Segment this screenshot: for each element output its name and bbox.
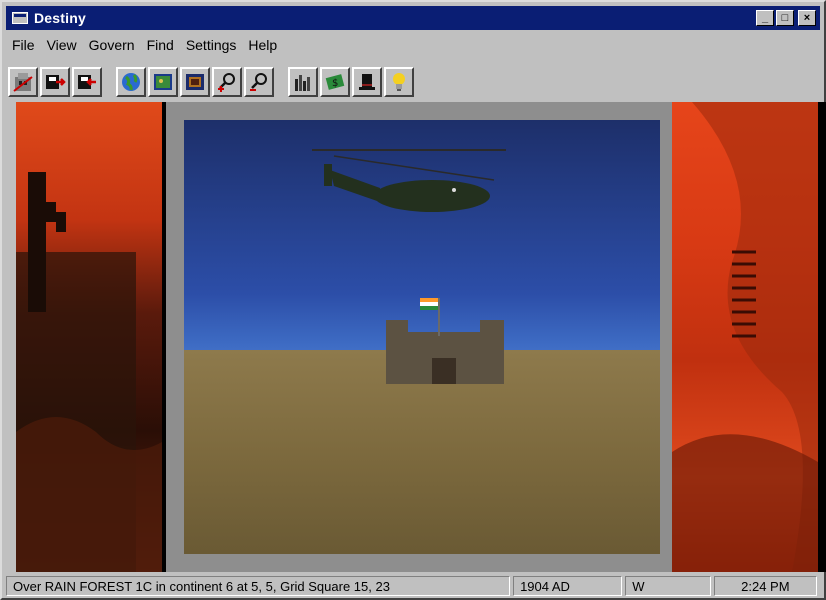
city-skyline-icon [295,75,310,91]
helicopter[interactable] [312,149,506,212]
globe-button[interactable] [116,67,146,97]
status-year: 1904 AD [513,576,623,596]
zoom-in-button[interactable] [212,67,242,97]
menu-help[interactable]: Help [242,37,283,53]
menu-settings[interactable]: Settings [180,37,243,53]
zoom-out-icon [250,73,267,91]
menu-govern[interactable]: Govern [83,37,141,53]
close-button[interactable]: × [798,10,816,26]
map-icon [154,74,172,90]
minimize-button[interactable]: _ [756,10,774,26]
money-button[interactable]: $ [320,67,350,97]
menu-view[interactable]: View [41,37,83,53]
city-button[interactable] [8,67,38,97]
game-viewport[interactable] [16,102,826,572]
import-button[interactable] [72,67,102,97]
fort[interactable] [386,320,504,384]
export-icon [46,75,66,89]
lightbulb-icon [393,73,405,91]
zoom-out-button[interactable] [244,67,274,97]
right-artwork-panel [672,102,818,572]
city-skyline-button[interactable] [288,67,318,97]
scene-objects [312,149,506,384]
top-hat-icon [359,74,375,90]
status-direction: W [625,576,711,596]
globe-icon [122,73,140,91]
menu-find[interactable]: Find [141,37,180,53]
lightbulb-button[interactable] [384,67,414,97]
status-bar: Over RAIN FOREST 1C in continent 6 at 5,… [6,576,820,598]
right-artwork [672,102,818,572]
zoom-in-icon [218,73,235,92]
frame-button[interactable] [180,67,210,97]
city-icon [13,73,33,92]
status-location: Over RAIN FOREST 1C in continent 6 at 5,… [6,576,511,596]
export-button[interactable] [40,67,70,97]
scene-view[interactable] [184,120,660,554]
left-artwork-panel [16,102,162,572]
app-icon[interactable] [12,12,28,24]
menu-file[interactable]: File [6,37,41,53]
flag [420,298,440,336]
top-hat-button[interactable] [352,67,382,97]
maximize-button[interactable]: □ [776,10,794,26]
toolbar: $ [8,62,820,102]
map-button[interactable] [148,67,178,97]
status-time: 2:24 PM [713,576,817,596]
svg-text:$: $ [332,78,338,89]
title-bar[interactable]: Destiny _ □ × [6,6,820,30]
money-icon: $ [325,74,345,90]
import-icon [78,75,96,89]
left-artwork [16,172,162,572]
window-title: Destiny [34,10,86,26]
menu-bar: File View Govern Find Settings Help [6,34,283,56]
frame-icon [186,74,204,90]
app-window: Destiny _ □ × File View Govern Find Sett… [0,0,826,600]
scene-frame [166,102,678,572]
